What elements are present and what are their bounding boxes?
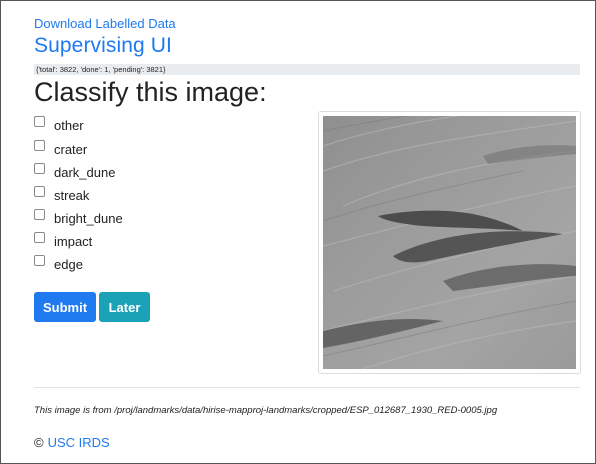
page-heading: Classify this image: [34, 77, 267, 107]
option-impact[interactable]: impact [34, 231, 93, 250]
footer: © USC IRDS [34, 435, 110, 450]
checkbox-edge[interactable] [34, 254, 45, 266]
image-source-text: This image is from /proj/landmarks/data/… [34, 405, 498, 416]
terrain-image [323, 116, 576, 369]
download-labelled-data-link[interactable]: Download Labelled Data [34, 16, 176, 31]
option-label: streak [54, 187, 90, 203]
checkbox-streak[interactable] [34, 185, 45, 197]
app-title: Supervising UI [34, 34, 172, 57]
classification-image [318, 111, 581, 374]
later-button[interactable]: Later [99, 292, 150, 322]
option-streak[interactable]: streak [34, 185, 90, 204]
checkbox-dark-dune[interactable] [34, 162, 45, 174]
divider [34, 387, 580, 388]
option-bright-dune[interactable]: bright_dune [34, 208, 123, 227]
option-label: crater [54, 141, 88, 157]
option-label: edge [54, 256, 83, 272]
option-label: other [54, 117, 84, 133]
usc-irds-link[interactable]: USC IRDS [48, 435, 110, 450]
stats-bar: {'total': 3822, 'done': 1, 'pending': 38… [34, 64, 580, 75]
option-label: impact [54, 233, 93, 249]
checkbox-crater[interactable] [34, 139, 45, 151]
checkbox-other[interactable] [34, 115, 45, 127]
copyright-symbol: © [34, 435, 44, 450]
option-edge[interactable]: edge [34, 254, 83, 273]
checkbox-bright-dune[interactable] [34, 208, 45, 220]
option-label: bright_dune [54, 210, 123, 226]
option-label: dark_dune [54, 164, 116, 180]
option-crater[interactable]: crater [34, 139, 88, 158]
checkbox-impact[interactable] [34, 231, 45, 243]
option-other[interactable]: other [34, 115, 84, 134]
option-dark-dune[interactable]: dark_dune [34, 162, 116, 181]
submit-button[interactable]: Submit [34, 292, 96, 322]
